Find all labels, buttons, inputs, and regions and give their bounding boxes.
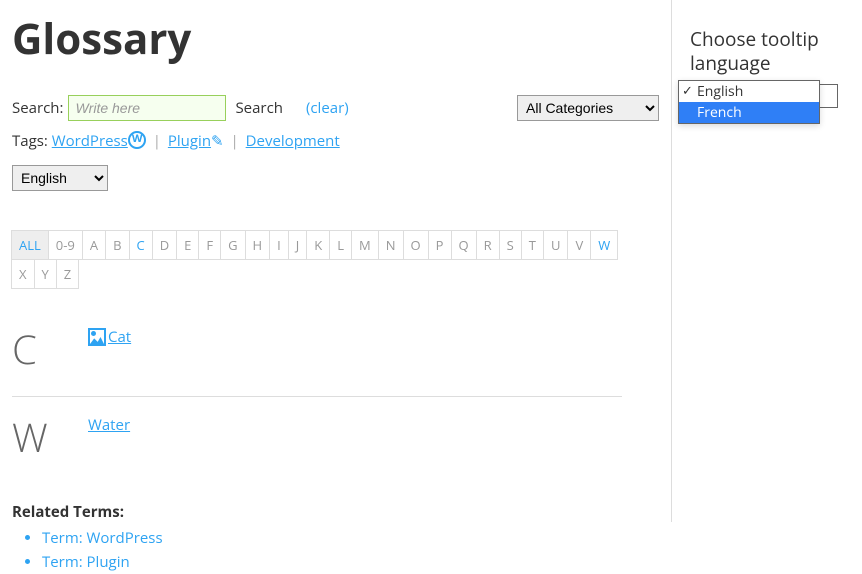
- page-title: Glossary: [12, 10, 659, 67]
- alpha-cell-b[interactable]: B: [105, 230, 129, 260]
- glossary-sections: C Cat WWater: [12, 309, 622, 464]
- section-C: C Cat: [12, 309, 622, 376]
- clear-link[interactable]: (clear): [306, 98, 349, 118]
- alphabet-filter: ALL0-9ABCDEFGHIJKLMNOPQRSTUVW XYZ: [12, 231, 622, 289]
- related-item[interactable]: Term: Plugin: [42, 550, 659, 574]
- image-icon: [88, 328, 106, 346]
- alpha-cell-s[interactable]: S: [499, 230, 522, 260]
- related-list: Term: WordPress Term: Plugin: [12, 526, 659, 574]
- alpha-cell-p[interactable]: P: [428, 230, 452, 260]
- category-select[interactable]: All Categories: [517, 95, 659, 121]
- alpha-cell-w[interactable]: W: [590, 230, 618, 260]
- tooltip-language-dropdown: English French: [678, 80, 820, 124]
- sidebar: Choose tooltip language English French: [672, 0, 862, 522]
- alpha-cell-r[interactable]: R: [476, 230, 500, 260]
- search-row: Search: Search (clear) All Categories: [12, 95, 659, 121]
- edit-icon: ✎: [211, 131, 224, 151]
- tag-development[interactable]: Development: [246, 131, 340, 151]
- alpha-cell-z[interactable]: Z: [56, 259, 79, 289]
- related-item[interactable]: Term: WordPress: [42, 526, 659, 550]
- tags-row: Tags: WordPress | Plugin✎ | Development: [12, 131, 659, 151]
- alpha-cell-h[interactable]: H: [245, 230, 271, 260]
- search-input[interactable]: [68, 95, 226, 121]
- alpha-cell-q[interactable]: Q: [451, 230, 477, 260]
- alpha-cell-j[interactable]: J: [288, 230, 308, 260]
- section-items: Water: [88, 409, 130, 435]
- glossary-link[interactable]: Water: [88, 415, 130, 435]
- alpha-cell-a[interactable]: A: [82, 230, 106, 260]
- tag-separator: |: [231, 131, 239, 151]
- alpha-cell-0-9[interactable]: 0-9: [48, 230, 83, 260]
- alpha-cell-f[interactable]: F: [198, 230, 221, 260]
- search-label: Search:: [12, 98, 63, 118]
- alpha-cell-c[interactable]: C: [129, 230, 153, 260]
- tag-plugin[interactable]: Plugin: [168, 131, 211, 151]
- alpha-cell-v[interactable]: V: [567, 230, 591, 260]
- search-button[interactable]: Search: [235, 98, 283, 118]
- related-title: Related Terms:: [12, 502, 659, 522]
- glossary-link[interactable]: Cat: [108, 327, 131, 347]
- dropdown-option-english[interactable]: English: [679, 81, 819, 102]
- alpha-cell-x[interactable]: X: [11, 259, 35, 289]
- language-select[interactable]: English: [12, 165, 108, 191]
- tag-wordpress[interactable]: WordPress: [52, 131, 128, 151]
- tags-label: Tags:: [12, 131, 48, 151]
- dropdown-option-french[interactable]: French: [679, 102, 819, 123]
- alpha-cell-l[interactable]: L: [329, 230, 352, 260]
- alpha-cell-i[interactable]: I: [269, 230, 289, 260]
- wordpress-icon: [128, 131, 146, 149]
- glossary-item: Water: [88, 415, 130, 435]
- glossary-item: Cat: [88, 327, 131, 347]
- section-letter: C: [12, 321, 88, 376]
- section-items: Cat: [88, 321, 131, 351]
- sidebar-title: Choose tooltip language: [690, 28, 850, 76]
- tag-separator: |: [153, 131, 161, 151]
- related-terms: Related Terms: Term: WordPress Term: Plu…: [12, 502, 659, 574]
- section-letter: W: [12, 409, 88, 464]
- alpha-cell-n[interactable]: N: [378, 230, 404, 260]
- alpha-cell-g[interactable]: G: [220, 230, 245, 260]
- alpha-cell-o[interactable]: O: [403, 230, 429, 260]
- alpha-cell-all[interactable]: ALL: [11, 230, 49, 260]
- alpha-cell-m[interactable]: M: [351, 230, 379, 260]
- alpha-cell-y[interactable]: Y: [34, 259, 57, 289]
- alpha-cell-d[interactable]: D: [152, 230, 177, 260]
- main-content: Glossary Search: Search (clear) All Cate…: [0, 0, 672, 522]
- alpha-cell-k[interactable]: K: [306, 230, 330, 260]
- alpha-cell-u[interactable]: U: [543, 230, 568, 260]
- alpha-cell-t[interactable]: T: [521, 230, 544, 260]
- section-W: WWater: [12, 396, 622, 464]
- alpha-cell-e[interactable]: E: [176, 230, 199, 260]
